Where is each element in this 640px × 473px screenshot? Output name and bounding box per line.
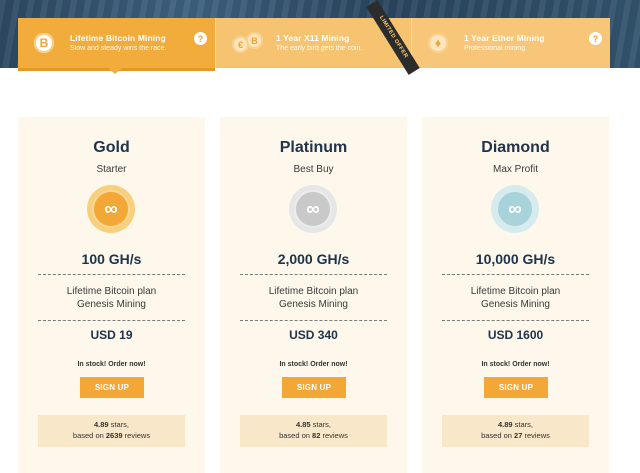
plan-desc-line: Lifetime Bitcoin plan <box>66 286 157 297</box>
review-count-line: based on 27 reviews <box>481 431 550 442</box>
divider <box>38 320 185 321</box>
rating-line: 4.89 stars, <box>94 420 129 431</box>
tab-title: Lifetime Bitcoin Mining <box>70 32 166 43</box>
plan-card-platinum: Platinum Best Buy ∞ 2,000 GH/s Lifetime … <box>220 117 407 473</box>
plan-card-diamond: Diamond Max Profit ∞ 10,000 GH/s Lifetim… <box>422 117 609 473</box>
tab-lifetime-bitcoin-mining[interactable]: B Lifetime Bitcoin Mining Slow and stead… <box>18 18 215 74</box>
coins-icon: € B <box>232 32 264 54</box>
plan-desc-line: Genesis Mining <box>77 299 146 310</box>
rating-summary: 4.89 stars, based on 27 reviews <box>442 415 589 447</box>
sign-up-button[interactable]: SIGN UP <box>80 377 144 398</box>
review-count-line: based on 2639 reviews <box>73 431 150 442</box>
plan-description: Lifetime Bitcoin plan Genesis Mining <box>422 285 609 311</box>
rating-value: 4.85 <box>295 420 311 430</box>
reviews-suffix: reviews <box>122 431 151 440</box>
plan-name: Diamond <box>481 139 550 156</box>
plan-tagline: Best Buy <box>293 164 334 175</box>
plan-hashrate: 2,000 GH/s <box>277 251 350 267</box>
plan-desc-line: Genesis Mining <box>481 299 550 310</box>
rating-value: 4.89 <box>497 420 513 430</box>
infinity-badge-icon: ∞ <box>491 185 539 233</box>
divider <box>240 320 387 321</box>
review-count-line: based on 82 reviews <box>279 431 348 442</box>
plan-category-tabs: B Lifetime Bitcoin Mining Slow and stead… <box>18 0 610 75</box>
plan-hashrate: 10,000 GH/s <box>475 251 556 267</box>
rating-line: 4.89 stars, <box>498 420 533 431</box>
plan-price: USD 19 <box>90 328 133 342</box>
rating-summary: 4.89 stars, based on 2639 reviews <box>38 415 185 447</box>
infinity-badge-icon: ∞ <box>289 185 337 233</box>
rating-suffix: stars, <box>108 420 130 430</box>
plan-card-gold: Gold Starter ∞ 100 GH/s Lifetime Bitcoin… <box>18 117 205 473</box>
divider <box>442 274 589 275</box>
sign-up-button[interactable]: SIGN UP <box>484 377 548 398</box>
plan-description: Lifetime Bitcoin plan Genesis Mining <box>18 285 205 311</box>
rating-suffix: stars, <box>512 420 534 430</box>
reviews-prefix: based on <box>72 431 106 440</box>
rating-value: 4.89 <box>93 420 109 430</box>
reviews-prefix: based on <box>279 431 313 440</box>
tab-1-year-ether-mining[interactable]: ♦ 1 Year Ether Mining Professional minin… <box>411 18 610 68</box>
infinity-icon: ∞ <box>92 190 130 228</box>
tab-text: 1 Year X11 Mining The early bird gets th… <box>276 33 362 54</box>
plan-name: Platinum <box>279 139 348 156</box>
divider <box>240 274 387 275</box>
plan-desc-line: Lifetime Bitcoin plan <box>470 286 561 297</box>
tab-title: 1 Year X11 Mining <box>276 32 350 43</box>
plan-cards: Gold Starter ∞ 100 GH/s Lifetime Bitcoin… <box>18 117 609 473</box>
reviews-prefix: based on <box>481 431 515 440</box>
plan-desc-line: Lifetime Bitcoin plan <box>268 286 359 297</box>
tab-subtitle: Professional mining <box>464 44 526 52</box>
help-icon[interactable]: ? <box>194 32 207 45</box>
plan-tagline: Max Profit <box>492 164 538 175</box>
plan-desc-line: Genesis Mining <box>279 299 348 310</box>
plan-price: USD 340 <box>289 328 338 342</box>
bitcoin-coin-icon: B <box>246 32 263 49</box>
infinity-icon: ∞ <box>294 190 332 228</box>
tab-text: Lifetime Bitcoin Mining Slow and steady … <box>70 33 167 54</box>
tab-title: 1 Year Ether Mining <box>464 32 545 43</box>
stock-status: In stock! Order now! <box>279 361 348 368</box>
bitcoin-icon: B <box>34 33 54 53</box>
tab-subtitle: The early bird gets the coin. <box>276 44 363 52</box>
divider <box>442 320 589 321</box>
reviews-suffix: reviews <box>522 431 550 440</box>
infinity-badge-icon: ∞ <box>87 185 135 233</box>
plan-name: Gold <box>93 139 130 156</box>
ether-icon: ♦ <box>428 33 448 53</box>
infinity-icon: ∞ <box>496 190 534 228</box>
sign-up-button[interactable]: SIGN UP <box>282 377 346 398</box>
stock-status: In stock! Order now! <box>77 361 146 368</box>
plan-description: Lifetime Bitcoin plan Genesis Mining <box>220 285 407 311</box>
rating-suffix: stars, <box>310 420 332 430</box>
stock-status: In stock! Order now! <box>481 361 550 368</box>
tab-subtitle: Slow and steady wins the race. <box>70 44 167 52</box>
divider <box>38 274 185 275</box>
review-count: 2639 <box>105 431 123 440</box>
plan-price: USD 1600 <box>487 328 544 342</box>
plan-tagline: Starter <box>96 164 127 175</box>
tab-1-year-x11-mining[interactable]: € B 1 Year X11 Mining The early bird get… <box>215 0 420 75</box>
rating-summary: 4.85 stars, based on 82 reviews <box>240 415 387 447</box>
tab-text: 1 Year Ether Mining Professional mining <box>464 33 545 54</box>
plan-hashrate: 100 GH/s <box>81 251 142 267</box>
rating-line: 4.85 stars, <box>296 420 331 431</box>
help-icon[interactable]: ? <box>589 32 602 45</box>
reviews-suffix: reviews <box>320 431 348 440</box>
